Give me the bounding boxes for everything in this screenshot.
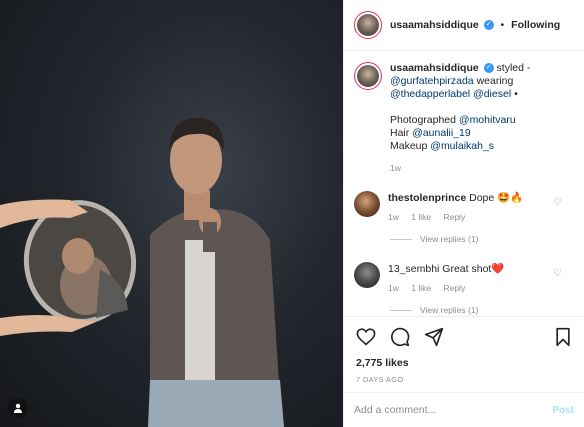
posted-time[interactable]: 7 DAYS AGO [356, 375, 572, 384]
view-replies[interactable]: View replies (1) [390, 234, 574, 244]
comments-list[interactable]: usaamahsiddique ✓ styled - @gurfatehpirz… [344, 52, 584, 316]
mention-link[interactable]: @mohitvaru [459, 114, 516, 126]
comment-avatar[interactable] [354, 262, 380, 288]
comment-input[interactable] [354, 404, 553, 416]
replies-divider [390, 309, 412, 311]
comment-heart-icon[interactable]: ♡ [553, 197, 562, 208]
separator-dot: • [500, 19, 505, 31]
likes-count[interactable]: 2,775 likes [356, 357, 572, 369]
add-comment-bar: Post [344, 392, 584, 427]
caption-makeup-label: Makeup [390, 140, 428, 152]
caption-hair-label: Hair [390, 127, 410, 139]
caption-username[interactable]: usaamahsiddique [390, 62, 479, 74]
view-replies-label[interactable]: View replies (1) [420, 234, 478, 244]
verified-icon: ✓ [483, 63, 494, 74]
mention-link[interactable]: @diesel [473, 88, 511, 100]
caption-text-1: styled - [496, 62, 531, 74]
comment-avatar[interactable] [354, 191, 380, 217]
action-icons [356, 327, 572, 349]
caption-time[interactable]: 1w [390, 163, 530, 173]
caption-photographed-label: Photographed [390, 114, 456, 126]
share-icon[interactable] [424, 327, 444, 350]
post-photo[interactable] [0, 0, 343, 427]
header-username[interactable]: usaamahsiddique [390, 19, 479, 31]
reply-button[interactable]: Reply [443, 212, 465, 222]
following-button[interactable]: Following [511, 19, 560, 31]
comment-username[interactable]: thestolenprince [388, 192, 466, 204]
comment-item: thestolenprince Dope 🤩🔥 1w 1 like Reply … [354, 191, 574, 222]
avatar[interactable] [354, 11, 382, 39]
post-actions: 2,775 likes 7 DAYS AGO [344, 316, 584, 392]
comment-meta: 1w 1 like Reply [388, 283, 504, 293]
verified-icon: ✓ [483, 20, 494, 31]
comment-time[interactable]: 1w [388, 212, 399, 222]
comment-meta: 1w 1 like Reply [388, 212, 523, 222]
mention-link[interactable]: @aunalii_19 [412, 127, 471, 139]
caption-avatar[interactable] [354, 62, 382, 90]
caption-bullet: • [514, 88, 518, 100]
mention-link[interactable]: @mulaikah_s [430, 140, 494, 152]
heart-icon[interactable] [356, 327, 376, 349]
comment-icon[interactable] [390, 327, 410, 350]
view-replies-label[interactable]: View replies (1) [420, 305, 478, 315]
mention-link[interactable]: @thedapperlabel [390, 88, 470, 100]
comment-likes[interactable]: 1 like [411, 283, 431, 293]
photo-illustration [0, 118, 284, 427]
comment-heart-icon[interactable]: ♡ [553, 268, 562, 279]
comment-username[interactable]: 13_sembhi [388, 263, 439, 275]
caption: usaamahsiddique ✓ styled - @gurfatehpirz… [354, 62, 574, 173]
post-button[interactable]: Post [552, 405, 574, 416]
view-replies[interactable]: View replies (1) [390, 305, 574, 315]
post-side-panel: usaamahsiddique ✓ • Following usaamahsid… [343, 0, 584, 427]
replies-divider [390, 238, 412, 240]
user-tag-icon[interactable] [8, 398, 28, 418]
comment-time[interactable]: 1w [388, 283, 399, 293]
reply-button[interactable]: Reply [443, 283, 465, 293]
caption-text-2: wearing [476, 75, 514, 87]
comment-item: 13_sembhi Great shot❤️ 1w 1 like Reply ♡ [354, 262, 574, 293]
bookmark-icon[interactable] [554, 327, 572, 350]
mention-link[interactable]: @gurfatehpirzada [390, 75, 474, 87]
comment-likes[interactable]: 1 like [411, 212, 431, 222]
post-header: usaamahsiddique ✓ • Following [344, 0, 584, 51]
comment-text: Dope 🤩🔥 [469, 192, 524, 204]
comment-text: Great shot❤️ [442, 263, 505, 275]
